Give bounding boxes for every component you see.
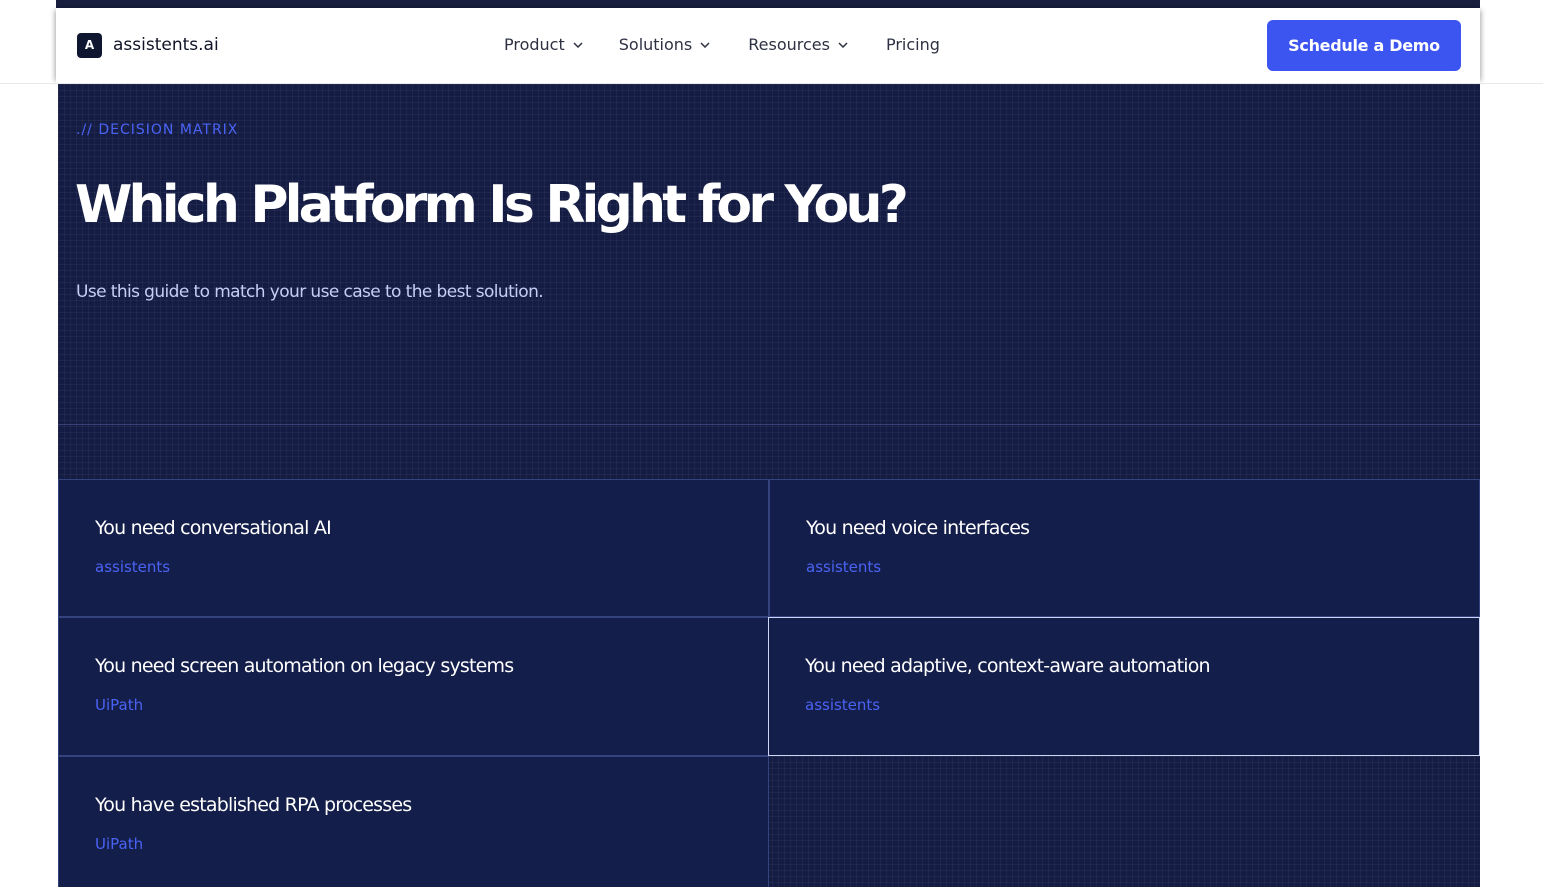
card-title: You need voice interfaces — [806, 517, 1030, 539]
card-answer-link[interactable]: UiPath — [95, 835, 143, 853]
decision-card: You need conversational AI assistents — [58, 479, 769, 617]
card-title: You need screen automation on legacy sys… — [95, 655, 514, 677]
nav-resources[interactable]: Resources — [748, 35, 848, 54]
main-nav: Product Solutions Resources Pricing — [504, 35, 940, 54]
nav-resources-label: Resources — [748, 35, 830, 54]
navbar: A assistents.ai Product Solutions Resour… — [56, 8, 1480, 83]
decision-card: You need screen automation on legacy sys… — [58, 617, 769, 756]
chevron-down-icon — [700, 41, 710, 48]
section-divider — [58, 424, 1480, 425]
decision-matrix-section: .// DECISION MATRIX Which Platform Is Ri… — [58, 84, 1480, 887]
card-answer-link[interactable]: assistents — [806, 558, 881, 576]
top-strip — [56, 0, 1480, 8]
nav-product[interactable]: Product — [504, 35, 583, 54]
decision-card: You need voice interfaces assistents — [769, 479, 1480, 617]
section-eyebrow: .// DECISION MATRIX — [76, 122, 239, 138]
logo-mark-icon: A — [77, 32, 102, 58]
nav-pricing-label: Pricing — [885, 35, 940, 54]
nav-pricing[interactable]: Pricing — [886, 35, 940, 54]
nav-solutions[interactable]: Solutions — [619, 35, 711, 54]
card-title: You need adaptive, context-aware automat… — [805, 655, 1211, 677]
decision-card: You have established RPA processes UiPat… — [58, 756, 769, 887]
page-subtitle: Use this guide to match your use case to… — [76, 282, 544, 302]
page-title: Which Platform Is Right for You? — [75, 175, 909, 235]
decision-card-hovered: You need adaptive, context-aware automat… — [768, 617, 1480, 756]
nav-solutions-label: Solutions — [618, 35, 693, 54]
brand-logo[interactable]: A assistents.ai — [77, 32, 219, 58]
schedule-demo-button[interactable]: Schedule a Demo — [1267, 20, 1461, 71]
chevron-down-icon — [838, 41, 848, 48]
nav-product-label: Product — [504, 35, 565, 54]
card-title: You have established RPA processes — [95, 794, 412, 816]
brand-name: assistents.ai — [113, 35, 219, 55]
card-answer-link[interactable]: UiPath — [95, 696, 143, 714]
card-answer-link[interactable]: assistents — [805, 696, 880, 714]
card-title: You need conversational AI — [95, 517, 332, 539]
chevron-down-icon — [573, 41, 583, 48]
card-answer-link[interactable]: assistents — [95, 558, 170, 576]
